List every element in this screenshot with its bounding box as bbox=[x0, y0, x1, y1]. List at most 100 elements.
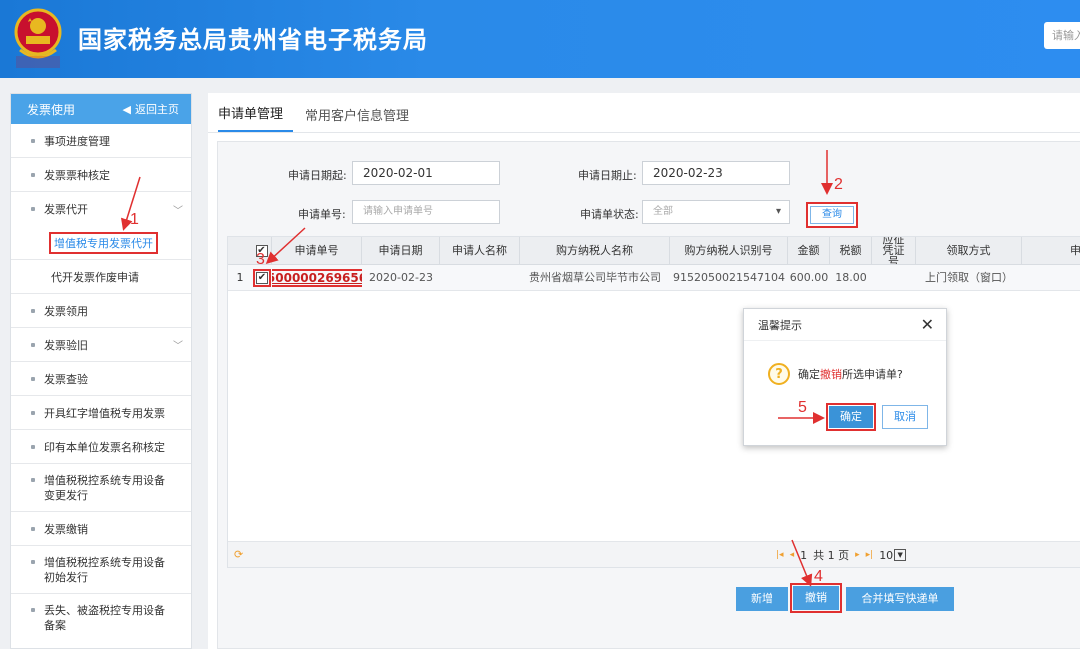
app-no-link-text: 500000269656 bbox=[272, 268, 362, 287]
col-tax: 税额 bbox=[830, 237, 872, 264]
status-label: 申请单状态: bbox=[580, 208, 639, 221]
row-buyer-name: 贵州省烟草公司毕节市公司 bbox=[529, 271, 661, 284]
pagination-bar: ⟳ |◂ ◂ 1 共 1 页 ▸ ▸| 10 ▼ bbox=[228, 541, 1080, 567]
bullet-icon bbox=[31, 526, 35, 531]
bullet-icon bbox=[31, 207, 35, 211]
sidebar-item-progress[interactable]: 事项进度管理 bbox=[11, 124, 191, 158]
sidebar-subitem-void-request[interactable]: 代开发票作废申请 bbox=[11, 260, 191, 294]
annotation-1: 1 bbox=[130, 211, 139, 228]
sidebar-subitem-label: 增值税专用发票代开 bbox=[49, 231, 158, 254]
back-arrow-icon: ◀ bbox=[122, 102, 131, 116]
bullet-icon bbox=[31, 444, 35, 449]
page-size-select[interactable]: 10 ▼ bbox=[879, 549, 907, 562]
last-page-icon[interactable]: ▸| bbox=[866, 550, 874, 560]
ok-button[interactable]: 确定 bbox=[829, 406, 873, 428]
checkbox-highlight: ✔ bbox=[253, 268, 271, 287]
status-select-value: 全部 bbox=[653, 206, 673, 217]
sidebar-item-label: 发票领用 bbox=[44, 304, 88, 318]
bullet-icon bbox=[31, 308, 35, 313]
date-from-input[interactable]: 2020-02-01 bbox=[352, 161, 500, 185]
sidebar-item-label: 丢失、被盗税控专用设备 备案 bbox=[44, 604, 165, 632]
tab-customer-info[interactable]: 常用客户信息管理 bbox=[305, 105, 419, 132]
col-applicant: 申请人名称 bbox=[440, 237, 520, 264]
col-amount: 金额 bbox=[788, 237, 830, 264]
sidebar-item-invoice-cancel[interactable]: 发票缴销 bbox=[11, 512, 191, 546]
dialog-message-suffix: 所选申请单? bbox=[842, 368, 903, 381]
sidebar-item-invoice-verify[interactable]: 发票查验 bbox=[11, 362, 191, 396]
chevron-down-icon: ﹀ bbox=[173, 205, 183, 217]
row-tax: 18.00 bbox=[835, 271, 867, 284]
status-select[interactable]: 全部 ▾ bbox=[642, 200, 790, 224]
row-date: 2020-02-23 bbox=[369, 271, 433, 284]
query-button[interactable]: 查询 bbox=[806, 202, 858, 228]
query-panel: 申请日期起: 2020-02-01 申请日期止: 2020-02-23 申请单号… bbox=[217, 141, 1080, 649]
revoke-button[interactable]: 撤销 bbox=[793, 586, 839, 610]
total-pages-text: 共 1 页 bbox=[813, 549, 850, 562]
sidebar-item-label: 发票缴销 bbox=[44, 522, 88, 536]
national-emblem-icon bbox=[14, 8, 62, 68]
sidebar-item-invoice-issue[interactable]: 发票代开 ﹀ bbox=[11, 192, 191, 226]
sidebar-item-label: 发票票种核定 bbox=[44, 168, 110, 182]
bullet-icon bbox=[31, 138, 35, 143]
bullet-icon bbox=[31, 608, 35, 612]
prev-page-icon[interactable]: ◂ bbox=[790, 550, 795, 560]
sidebar-item-printed-name[interactable]: 印有本单位发票名称核定 bbox=[11, 430, 191, 464]
query-button-label: 查询 bbox=[810, 206, 854, 224]
sidebar-item-label: 发票代开 bbox=[44, 203, 88, 216]
sidebar-item-invoice-old-check[interactable]: 发票验旧 ﹀ bbox=[11, 328, 191, 362]
next-page-icon[interactable]: ▸ bbox=[855, 550, 860, 560]
row-amount: 600.00 bbox=[789, 271, 829, 284]
first-page-icon[interactable]: |◂ bbox=[776, 550, 784, 560]
annotation-3: 3 bbox=[256, 251, 265, 268]
home-link[interactable]: ◀ 返回主页 bbox=[123, 101, 179, 117]
tab-application-management[interactable]: 申请单管理 bbox=[218, 103, 294, 132]
sidebar: 发票使用 ◀ 返回主页 事项进度管理 发票票种核定 发票代开 ﹀ 增值税专用发票代… bbox=[10, 93, 192, 649]
table-row[interactable]: 1 ✔ 500000269656 2020-02-23 贵州省烟草公司毕节市公司… bbox=[228, 265, 1080, 291]
refresh-icon[interactable]: ⟳ bbox=[234, 548, 243, 561]
sidebar-item-device-lost[interactable]: 丢失、被盗税控专用设备 备案 bbox=[11, 594, 191, 642]
bullet-icon bbox=[31, 560, 35, 564]
row-buyer-tax-id: 915205002154710​4 bbox=[673, 271, 785, 284]
col-app-no: 申请单号 bbox=[272, 237, 362, 264]
revoke-button-highlight: 撤销 bbox=[790, 583, 842, 613]
grid-header: ✔ 申请单号 申请日期 申请人名称 购方纳税人名称 购方纳税人识别号 金额 税额… bbox=[228, 237, 1080, 265]
col-more: 申 bbox=[1070, 244, 1080, 257]
sidebar-item-red-invoice[interactable]: 开具红字增值税专用发票 bbox=[11, 396, 191, 430]
sidebar-subitem-vat-special[interactable]: 增值税专用发票代开 bbox=[11, 226, 191, 260]
sidebar-item-invoice-type[interactable]: 发票票种核定 bbox=[11, 158, 191, 192]
merge-express-button[interactable]: 合并填写快递单 bbox=[846, 587, 954, 611]
date-to-label: 申请日期止: bbox=[578, 169, 637, 182]
row-voucher-no bbox=[872, 265, 916, 290]
col-pickup: 领取方式 bbox=[916, 237, 1022, 264]
sidebar-item-device-change[interactable]: 增值税税控系统专用设备 变更发行 bbox=[11, 464, 191, 512]
bullet-icon bbox=[31, 172, 35, 177]
question-icon: ? bbox=[768, 363, 790, 385]
dialog-buttons: 确定 取消 bbox=[826, 403, 928, 431]
sidebar-item-device-init[interactable]: 增值税税控系统专用设备 初始发行 bbox=[11, 546, 191, 594]
new-button[interactable]: 新增 bbox=[736, 587, 788, 611]
dialog-header: 温馨提示 ✕ bbox=[744, 309, 946, 341]
row-index-header bbox=[228, 237, 252, 264]
cancel-button[interactable]: 取消 bbox=[882, 405, 928, 429]
sidebar-item-label: 发票验旧 bbox=[44, 338, 88, 352]
page-number[interactable]: 1 bbox=[800, 549, 807, 562]
main-panel: 申请单管理 常用客户信息管理 申请日期起: 2020-02-01 申请日期止: … bbox=[208, 93, 1080, 649]
bullet-icon bbox=[31, 376, 35, 381]
sidebar-item-invoice-receive[interactable]: 发票领用 bbox=[11, 294, 191, 328]
top-search-input[interactable]: 请输入 bbox=[1044, 22, 1080, 49]
confirm-dialog: 温馨提示 ✕ ? 确定撤销所选申请单? 确定 取消 bbox=[743, 308, 947, 446]
app-no-label: 申请单号: bbox=[298, 208, 346, 221]
header-banner: 国家税务总局贵州省电子税务局 请输入 bbox=[0, 0, 1080, 78]
ok-button-highlight: 确定 bbox=[826, 403, 876, 431]
annotation-2: 2 bbox=[834, 176, 843, 193]
col-voucher-no: 应征凭证号 bbox=[872, 237, 916, 264]
sidebar-header: 发票使用 ◀ 返回主页 bbox=[11, 94, 191, 124]
sidebar-item-label: 印有本单位发票名称核定 bbox=[44, 440, 165, 454]
bullet-icon bbox=[31, 478, 35, 482]
row-app-no-link[interactable]: 500000269656 bbox=[272, 265, 362, 290]
bullet-icon bbox=[31, 410, 35, 415]
row-applicant bbox=[440, 265, 520, 290]
app-no-input[interactable]: 请输入申请单号 bbox=[352, 200, 500, 224]
close-icon[interactable]: ✕ bbox=[921, 315, 934, 334]
date-to-input[interactable]: 2020-02-23 bbox=[642, 161, 790, 185]
